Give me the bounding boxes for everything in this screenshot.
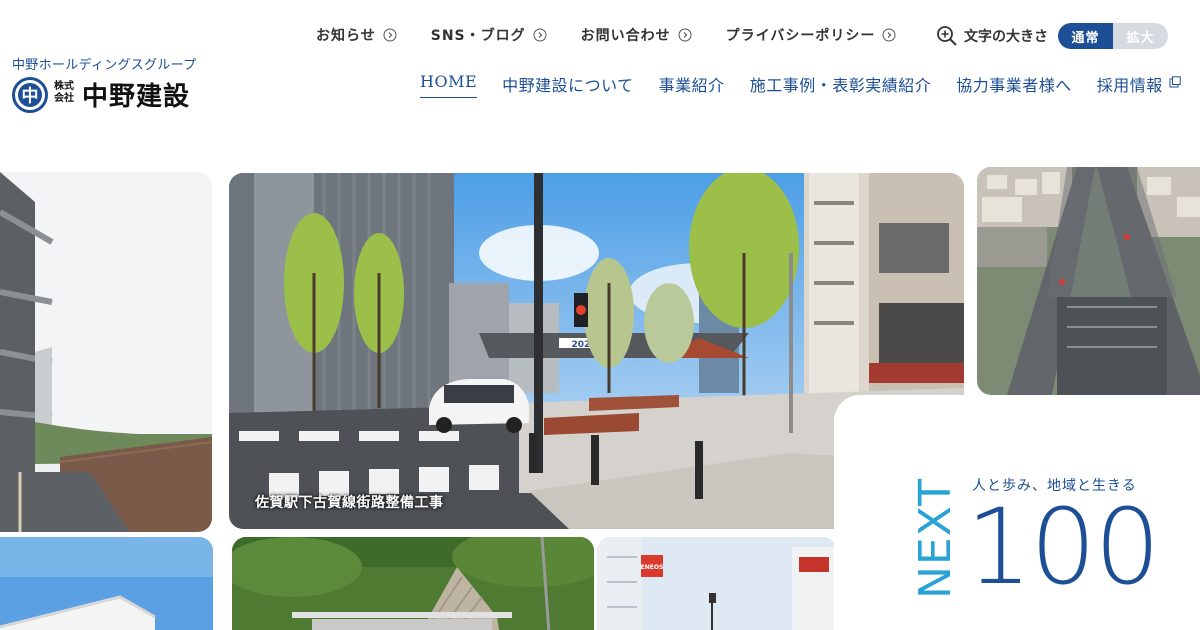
external-link-icon <box>1169 76 1181 88</box>
logo-mark-char: 中 <box>22 86 39 107</box>
next-100-card: NEXT 人と歩み、地域と生きる 100 <box>834 395 1200 630</box>
photo-building-roof <box>0 537 213 630</box>
circle-arrow-icon <box>882 28 896 42</box>
next-number: 100 <box>966 486 1161 608</box>
util-link-label: お問い合わせ <box>580 28 671 44</box>
photo-city-street: ENEOS <box>597 537 837 630</box>
next-text: NEXT <box>910 478 960 599</box>
circle-arrow-icon <box>678 28 692 42</box>
photo-apartment <box>0 172 212 532</box>
company-logo[interactable]: 中野ホールディングスグループ 中 株式会社 中野建設 <box>12 54 227 116</box>
util-link-contact[interactable]: お問い合わせ <box>581 25 692 45</box>
circle-arrow-icon <box>533 28 547 42</box>
photo-hillside-works <box>232 537 594 630</box>
util-link-label: プライバシーポリシー <box>725 28 876 44</box>
circle-arrow-icon <box>383 28 397 42</box>
util-link-news[interactable]: お知らせ <box>316 25 397 45</box>
photo-aerial-road <box>977 167 1200 395</box>
logo-mark-icon: 中 <box>12 77 48 113</box>
nav-item-home[interactable]: HOME <box>420 72 478 98</box>
font-size-toggle: 通常 拡大 <box>1058 23 1168 49</box>
main-nav: HOME 中野建設について 事業紹介 施工事例・表彰実績紹介 協力事業者様へ 採… <box>420 72 1181 102</box>
site-header: 中野ホールディングスグループ 中 株式会社 中野建設 お知らせ SNS・ブログ … <box>0 0 1200 140</box>
util-link-label: お知らせ <box>316 28 376 44</box>
font-size-large-button[interactable]: 拡大 <box>1113 23 1168 49</box>
nav-item-recruit[interactable]: 採用情報 <box>1097 72 1181 102</box>
zoom-in-icon <box>937 26 957 46</box>
next-vertical-text: NEXT <box>910 478 960 599</box>
nav-item-business[interactable]: 事業紹介 <box>659 72 725 102</box>
group-name: 中野ホールディングスグループ <box>12 58 197 73</box>
hero-caption: 佐賀駅下古賀線街路整備工事 <box>255 495 444 511</box>
company-name: 中野建設 <box>82 82 191 112</box>
util-link-sns-blog[interactable]: SNS・ブログ <box>431 25 547 45</box>
font-size-label: 文字の大きさ <box>964 29 1048 45</box>
utility-nav: お知らせ SNS・ブログ お問い合わせ プライバシーポリシー <box>316 24 930 46</box>
nav-item-recruit-label: 採用情報 <box>1096 76 1163 95</box>
font-size-normal-button[interactable]: 通常 <box>1058 23 1113 49</box>
eneos-sign: ENEOS <box>641 564 664 571</box>
util-link-privacy[interactable]: プライバシーポリシー <box>726 25 897 45</box>
util-link-label: SNS・ブログ <box>430 28 526 44</box>
logo-kabushiki: 株式会社 <box>54 81 74 104</box>
nav-item-works[interactable]: 施工事例・表彰実績紹介 <box>750 72 932 102</box>
nav-item-partners[interactable]: 協力事業者様へ <box>956 72 1072 102</box>
font-size-switcher: 文字の大きさ 通常 拡大 <box>936 22 1168 50</box>
nav-item-about[interactable]: 中野建設について <box>502 72 634 102</box>
